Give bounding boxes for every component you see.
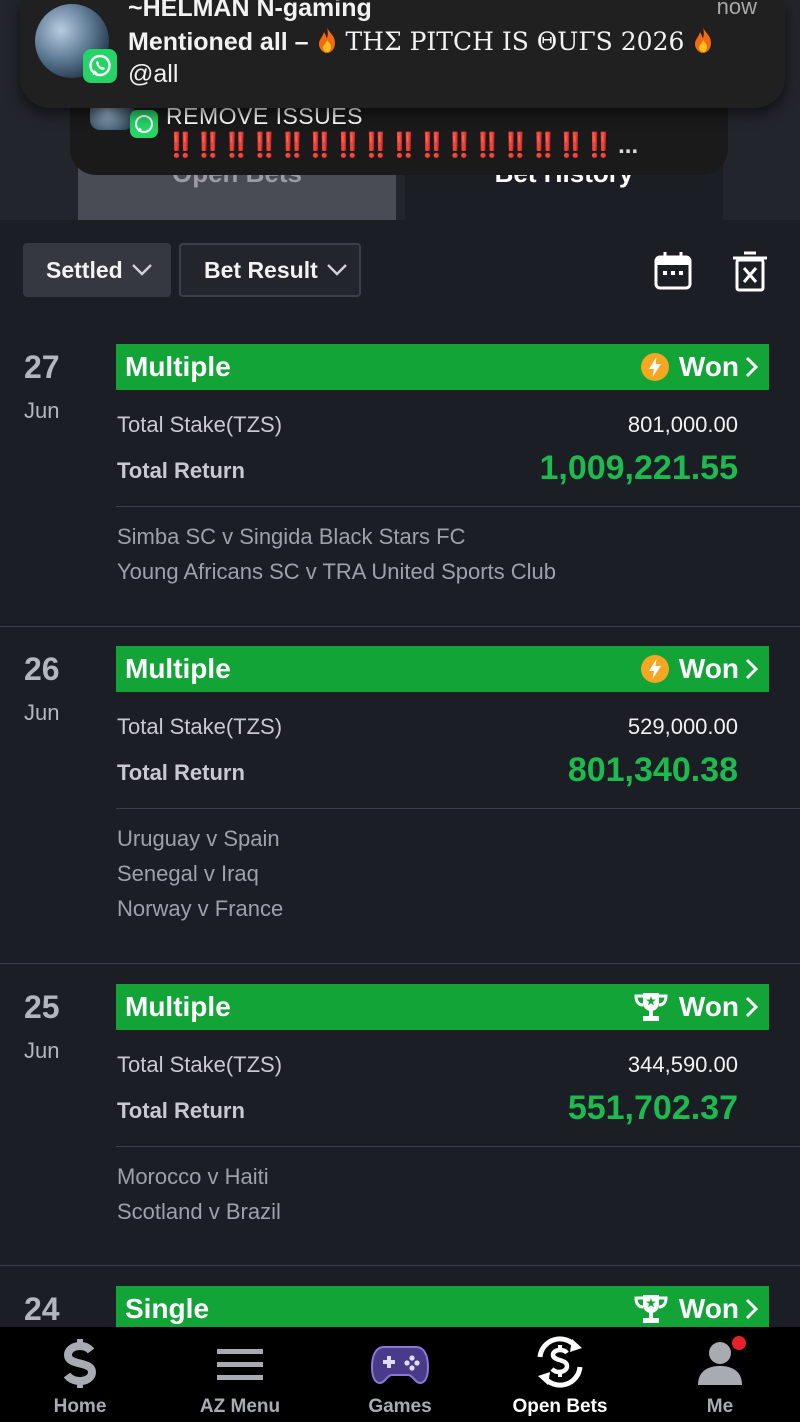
nav-games-label: Games [368, 1396, 432, 1417]
total-stake-value: 801,000.00 [627, 412, 738, 437]
notification-preview: ‼️‼️‼️‼️‼️‼️‼️‼️‼️‼️‼️‼️‼️‼️‼️‼️... [166, 131, 638, 160]
nav-me-label: Me [706, 1396, 734, 1417]
bet-separator [0, 626, 800, 627]
nav-az-menu[interactable]: AZ Menu [160, 1327, 320, 1422]
double-exclamation-icons: ‼️‼️‼️‼️‼️‼️‼️‼️‼️‼️‼️‼️‼️‼️‼️‼️ [166, 132, 614, 159]
home-dollar-icon [63, 1339, 97, 1388]
match-item: Uruguay v Spain [117, 826, 280, 851]
fire-icon [695, 27, 712, 53]
total-stake-value: 529,000.00 [627, 714, 738, 739]
total-return-label: Total Return [117, 760, 245, 785]
trophy-icon [634, 993, 668, 1021]
chevron-right-icon [745, 996, 759, 1018]
menu-icon [217, 1349, 263, 1380]
nav-me[interactable]: Me [640, 1327, 800, 1422]
bet-date-day: 27 [24, 349, 60, 385]
match-item: Morocco v Haiti [117, 1164, 269, 1189]
nav-games[interactable]: Games [320, 1327, 480, 1422]
gamepad-icon [370, 1346, 430, 1385]
bet-result-status: Won [678, 1293, 739, 1324]
delete-icon[interactable] [730, 250, 770, 292]
message-body: ΤΗΣ PITCH IS ΘUΓS 2026 [337, 27, 693, 56]
chevron-right-icon [745, 658, 759, 680]
lightning-icon [640, 655, 669, 683]
bet-header[interactable]: Single Won [116, 1286, 769, 1332]
bet-result-status: Won [678, 653, 739, 684]
bet-date-month: Jun [24, 1038, 60, 1063]
nav-open-bets[interactable]: Open Bets [480, 1327, 640, 1422]
notification-primary[interactable]: ~HELMAN N-gaming now Mentioned all – ΤΗΣ… [20, 0, 785, 108]
bet-date-day: 26 [24, 651, 60, 687]
calendar-icon[interactable] [653, 250, 693, 292]
open-bets-icon [537, 1336, 583, 1388]
notification-dot [732, 1336, 746, 1350]
bet-header[interactable]: Multiple Won [116, 646, 769, 692]
match-item: Young Africans SC v TRA United Sports Cl… [117, 559, 557, 584]
match-item: Norway v France [117, 896, 284, 921]
nav-open-bets-label: Open Bets [512, 1396, 608, 1417]
settled-filter-dropdown[interactable]: Settled [23, 243, 171, 297]
total-return-value: 801,340.38 [567, 751, 738, 789]
bet-type: Multiple [125, 991, 231, 1022]
bet-result-status: Won [678, 991, 739, 1022]
lightning-icon [640, 353, 669, 381]
bet-date-day: 24 [24, 1291, 60, 1327]
notification-message: Mentioned all – ΤΗΣ PITCH IS ΘUΓS 2026 [128, 26, 714, 57]
notification-time: now [716, 0, 757, 19]
chevron-right-icon [745, 356, 759, 378]
settled-filter-label: Settled [46, 256, 123, 283]
whatsapp-icon [130, 110, 158, 138]
bet-type: Multiple [125, 351, 231, 382]
bet-result-filter-dropdown[interactable]: Bet Result [179, 243, 361, 297]
bet-type: Multiple [125, 653, 231, 684]
total-return-value: 551,702.37 [567, 1089, 738, 1127]
bet-date-month: Jun [24, 700, 60, 725]
mention-text: @all [128, 60, 179, 88]
bet-separator [0, 1265, 800, 1266]
bet-header[interactable]: Multiple Won [116, 984, 769, 1030]
match-item: Simba SC v Singida Black Stars FC [117, 524, 466, 549]
total-stake-value: 344,590.00 [627, 1052, 738, 1077]
chevron-right-icon [745, 1298, 759, 1320]
fire-icon [318, 27, 335, 53]
divider [116, 1146, 800, 1147]
message-prefix: Mentioned all – [128, 28, 316, 56]
bet-header[interactable]: Multiple Won [116, 344, 769, 390]
bet-date-day: 25 [24, 989, 60, 1025]
nav-home[interactable]: Home [0, 1327, 160, 1422]
match-item: Scotland v Brazil [117, 1199, 281, 1224]
sender-name: ~HELMAN N-gaming [128, 0, 372, 22]
bet-separator [0, 963, 800, 964]
total-stake-label: Total Stake(TZS) [117, 1052, 283, 1077]
nav-az-menu-label: AZ Menu [199, 1396, 281, 1417]
trophy-icon [634, 1295, 668, 1323]
total-stake-label: Total Stake(TZS) [117, 714, 283, 739]
bet-result-filter-label: Bet Result [204, 256, 318, 283]
preview-ellipsis: ... [618, 132, 639, 159]
total-stake-label: Total Stake(TZS) [117, 412, 283, 437]
bet-date-month: Jun [24, 398, 60, 423]
bet-result-status: Won [678, 351, 739, 382]
total-return-label: Total Return [117, 458, 245, 483]
divider [116, 506, 800, 507]
bottom-navigation: Home AZ Menu Games Open Bets Me [0, 1327, 800, 1422]
total-return-label: Total Return [117, 1098, 245, 1123]
match-item: Senegal v Iraq [117, 861, 259, 886]
total-return-value: 1,009,221.55 [539, 449, 738, 487]
chevron-down-icon [131, 264, 152, 276]
chevron-down-icon [326, 264, 347, 276]
bet-type: Single [125, 1293, 210, 1324]
divider [116, 808, 800, 809]
nav-home-label: Home [53, 1396, 107, 1417]
whatsapp-icon [83, 49, 117, 83]
